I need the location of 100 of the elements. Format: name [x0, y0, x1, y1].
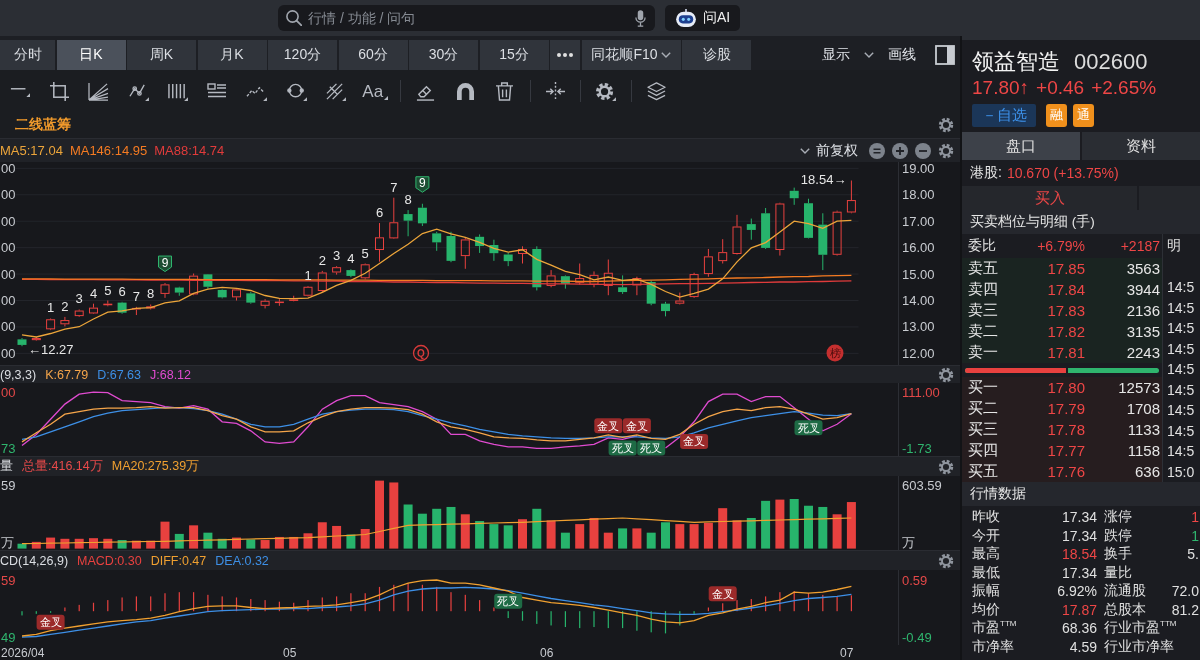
equals-circle-icon[interactable] — [869, 142, 885, 159]
stat-label: 振幅 — [972, 582, 1001, 601]
rectangle-icon[interactable] — [49, 81, 69, 101]
indicator-title: (9,3,3) — [0, 367, 37, 382]
stat-value: 17.34 — [1060, 564, 1097, 581]
legend-value: DIFF:0.47 — [150, 553, 207, 568]
stat-label: 市净率 — [972, 637, 1015, 656]
order-level-label: 卖三 — [968, 301, 999, 320]
stat-label: 行业市净率 — [1104, 637, 1174, 656]
legend-value: MA88:14.74 — [154, 143, 225, 158]
ask-ai-button[interactable]: 问AI — [665, 5, 740, 31]
order-price: 17.81 — [1046, 344, 1085, 361]
volume-bar — [718, 508, 728, 549]
stat-value: 72.0 — [1171, 583, 1200, 600]
more-button[interactable] — [550, 40, 580, 70]
panel-tab[interactable]: 资料 — [1082, 132, 1200, 160]
golden-cross-badge: 金叉 — [594, 418, 623, 434]
settings-icon[interactable] — [938, 552, 954, 569]
trash-icon[interactable] — [496, 81, 514, 101]
buy-button[interactable]: 买入 — [962, 186, 1137, 210]
order-level-label: 买五 — [968, 462, 999, 481]
period-tab[interactable]: 周K — [127, 40, 196, 70]
microphone-icon[interactable] — [635, 9, 646, 27]
axis-label: 00 — [1, 162, 16, 176]
fan-lines-icon[interactable] — [88, 81, 110, 101]
price-adjust-dropdown[interactable]: 前复权 — [800, 141, 858, 160]
panel-tab[interactable]: 盘口 — [962, 132, 1080, 160]
settings-icon[interactable] — [595, 81, 617, 101]
line-icon[interactable] — [9, 85, 30, 97]
period-tab[interactable]: 诊股 — [682, 40, 751, 70]
candlestick — [232, 288, 241, 301]
stat-label: 换手 — [1104, 545, 1132, 564]
candlestick — [274, 298, 284, 307]
volume-bar — [246, 539, 256, 549]
vertical-lines-icon[interactable] — [167, 81, 189, 101]
order-level-label: 买二 — [968, 399, 999, 418]
display-menu[interactable]: 显示 — [822, 40, 874, 70]
sequence-badge: 9 — [158, 255, 172, 273]
period-tab[interactable]: 30分 — [409, 40, 478, 70]
date-label: 06 — [540, 646, 554, 660]
volume-bar — [689, 524, 699, 549]
volume-bar — [761, 500, 771, 549]
sector-tag[interactable]: 二线蓝筹 — [15, 116, 71, 134]
volume-bar — [775, 499, 785, 549]
volume-bar — [360, 529, 370, 549]
search-field[interactable]: 行情 / 功能 / 问句 — [278, 5, 655, 31]
candlestick — [846, 180, 856, 214]
watchlist-button[interactable]: －自选 — [972, 103, 1036, 127]
panel-toggle-icon[interactable] — [935, 45, 955, 65]
volume-bar — [289, 536, 299, 549]
stat-label: 今开 — [972, 526, 1001, 545]
draw-line-button[interactable]: 画线 — [888, 40, 916, 70]
volume-bar — [346, 534, 356, 549]
order-volume: 1708 — [1125, 400, 1160, 417]
period-tab[interactable]: 日K — [56, 40, 126, 70]
period-tab[interactable]: 15分 — [479, 40, 549, 70]
text-lines-icon[interactable] — [207, 83, 228, 99]
axis-label: 59 — [1, 478, 16, 493]
zoom-in-icon[interactable] — [892, 142, 908, 159]
volume-bar — [332, 525, 342, 549]
dropdown-tab[interactable]: 同花顺F10 — [581, 40, 681, 70]
layers-icon[interactable] — [646, 81, 666, 101]
period-tab[interactable]: 60分 — [338, 40, 408, 70]
volume-bar — [217, 538, 227, 549]
period-tab[interactable]: 分时 — [0, 40, 55, 70]
sequence-number: 3 — [333, 248, 341, 264]
candlestick — [732, 214, 742, 255]
candlestick — [646, 280, 656, 306]
order-price: 17.85 — [1046, 260, 1085, 277]
circle-icon[interactable] — [285, 81, 307, 101]
text-tool-button[interactable]: Aa — [362, 82, 389, 100]
sequence-badge: 9 — [415, 176, 430, 193]
volume-bar — [818, 506, 828, 549]
trade-time: 14:5 — [1167, 278, 1196, 298]
settings-icon[interactable] — [938, 366, 954, 383]
order-price: 17.82 — [1046, 323, 1085, 340]
indicator-title: CD(14,26,9) — [0, 553, 69, 568]
settings-icon[interactable] — [938, 117, 954, 133]
period-tab[interactable]: 月K — [197, 40, 267, 70]
event-marker: 榜 — [826, 344, 844, 362]
candlestick — [117, 301, 127, 315]
date-label: 2026/04 — [1, 646, 45, 660]
settings-icon[interactable] — [938, 458, 954, 475]
trade-time: 14:5 — [1167, 319, 1196, 339]
trade-time: 14:5 — [1167, 442, 1196, 462]
candlestick — [46, 318, 56, 331]
period-tab[interactable]: 120分 — [268, 40, 337, 70]
candlestick — [718, 238, 728, 264]
order-volume: 12573 — [1117, 379, 1160, 396]
sequence-number: 3 — [75, 291, 83, 307]
candlestick — [689, 272, 699, 299]
diagonal-lines-icon[interactable] — [325, 81, 347, 101]
section-title: 行情数据 — [962, 482, 1200, 506]
split-arrows-icon[interactable] — [544, 81, 566, 101]
low-price-label: ←12.27 — [28, 342, 74, 358]
candlestick — [789, 187, 799, 206]
magnet-icon[interactable] — [456, 82, 474, 100]
candlestick — [60, 316, 70, 327]
settings-icon[interactable] — [938, 142, 954, 159]
zoom-out-icon[interactable] — [915, 142, 931, 159]
